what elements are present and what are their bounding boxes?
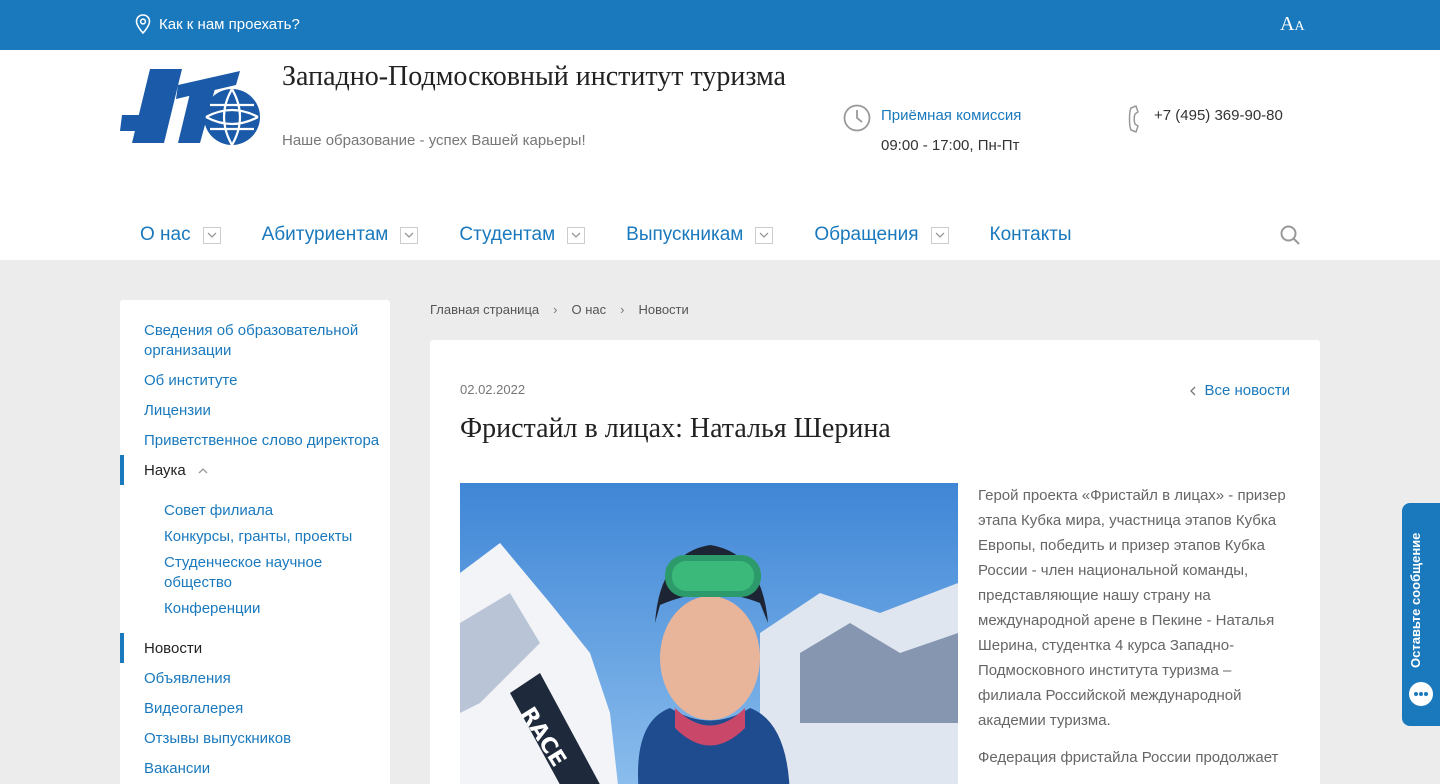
article-date: 02.02.2022 [460,382,526,397]
feedback-label: Оставьте сообщение [1408,532,1423,668]
breadcrumb-home[interactable]: Главная страница [430,302,539,317]
nav-label: Обращения [814,224,919,245]
sidebar-item-director-speech[interactable]: Приветственное слово директора [144,431,384,451]
sidebar-item-reviews[interactable]: Отзывы выпускников [144,729,384,749]
font-size-toggle[interactable]: AA [1280,13,1305,36]
sidebar-item-about[interactable]: Об институте [144,371,384,391]
top-bar: Как к нам проехать? AA [0,0,1440,50]
sidebar-item-org-info[interactable]: Сведения об образовательной организации [144,321,384,361]
chevron-down-icon[interactable] [400,226,419,244]
nav-item-graduates[interactable]: Выпускникам [626,224,774,246]
feedback-widget[interactable]: Оставьте сообщение [1402,503,1440,726]
location-pin-icon [135,14,151,34]
chevron-down-icon[interactable] [202,226,221,244]
site-header: Западно-Подмосковный институт туризма На… [0,50,1440,260]
chat-icon [1409,682,1433,706]
nav-item-contacts[interactable]: Контакты [990,224,1072,246]
nav-item-students[interactable]: Студентам [459,224,586,246]
nav-label: О нас [140,224,191,245]
sidebar-subitem-council[interactable]: Совет филиала [164,501,384,521]
nav-label: Студентам [459,224,556,245]
chevron-down-icon[interactable] [755,226,774,244]
breadcrumb-separator: › [553,302,558,317]
chevron-down-icon[interactable] [930,226,949,244]
main-nav: О нас Абитуриентам Студентам Выпускникам… [140,222,1113,248]
font-size-small: A [1294,19,1305,34]
directions-link[interactable]: Как к нам проехать? [135,14,300,34]
nav-item-applicants[interactable]: Абитуриентам [262,224,419,246]
phone-icon [1128,105,1139,133]
article-paragraph: Федерация фристайла России продолжает [978,749,1279,766]
search-icon[interactable] [1280,225,1300,245]
font-size-large: A [1280,13,1295,35]
all-news-link[interactable]: Все новости [1190,382,1290,399]
phone-number[interactable]: +7 (495) 369-90-80 [1154,107,1283,124]
chevron-down-icon[interactable] [567,226,586,244]
nav-item-appeals[interactable]: Обращения [814,224,949,246]
directions-label: Как к нам проехать? [159,15,300,33]
breadcrumb: Главная страница › О нас › Новости [430,302,689,317]
sidebar-item-announcements[interactable]: Объявления [144,669,384,689]
nav-item-about[interactable]: О нас [140,224,221,246]
sidebar-item-video[interactable]: Видеогалерея [144,699,384,719]
article-paragraph: Герой проекта «Фристайл в лицах» - призе… [978,487,1286,729]
all-news-label: Все новости [1204,382,1290,399]
admissions-hours: 09:00 - 17:00, Пн-Пт [881,137,1020,154]
chevron-left-icon [1190,386,1196,395]
sidebar-subitem-conferences[interactable]: Конференции [164,599,384,619]
nav-label: Абитуриентам [261,224,389,245]
sidebar-subitem-student-society[interactable]: Студенческое научное общество [164,553,344,593]
active-marker [120,633,124,663]
nav-label: Выпускникам [626,224,744,245]
sidebar-item-licenses[interactable]: Лицензии [144,401,384,421]
sidebar-subitem-grants[interactable]: Конкурсы, гранты, проекты [164,527,384,547]
sidebar: Сведения об образовательной организации … [120,300,390,784]
active-marker [120,455,124,485]
sidebar-item-news[interactable]: Новости [144,639,384,659]
sidebar-item-vacancies[interactable]: Вакансии [144,759,384,779]
article-card: 02.02.2022 Все новости Фристайл в лицах:… [430,340,1320,784]
site-slogan: Наше образование - успех Вашей карьеры! [282,132,586,149]
breadcrumb-separator: › [620,302,625,317]
sidebar-item-label: Наука [144,462,186,479]
breadcrumb-current: Новости [638,302,689,317]
institute-logo[interactable] [120,65,265,147]
article-photo: RACE [460,483,958,784]
admissions-link[interactable]: Приёмная комиссия [881,107,1021,124]
sidebar-item-science[interactable]: Наука [144,461,384,481]
chevron-up-icon[interactable] [198,468,208,474]
article-title: Фристайл в лицах: Наталья Шерина [460,413,891,444]
clock-icon [843,104,871,132]
site-title: Западно-Подмосковный институт туризма [282,61,786,92]
breadcrumb-about[interactable]: О нас [571,302,606,317]
article-body: Герой проекта «Фристайл в лицах» - призе… [978,483,1290,782]
nav-label: Контакты [989,224,1072,245]
